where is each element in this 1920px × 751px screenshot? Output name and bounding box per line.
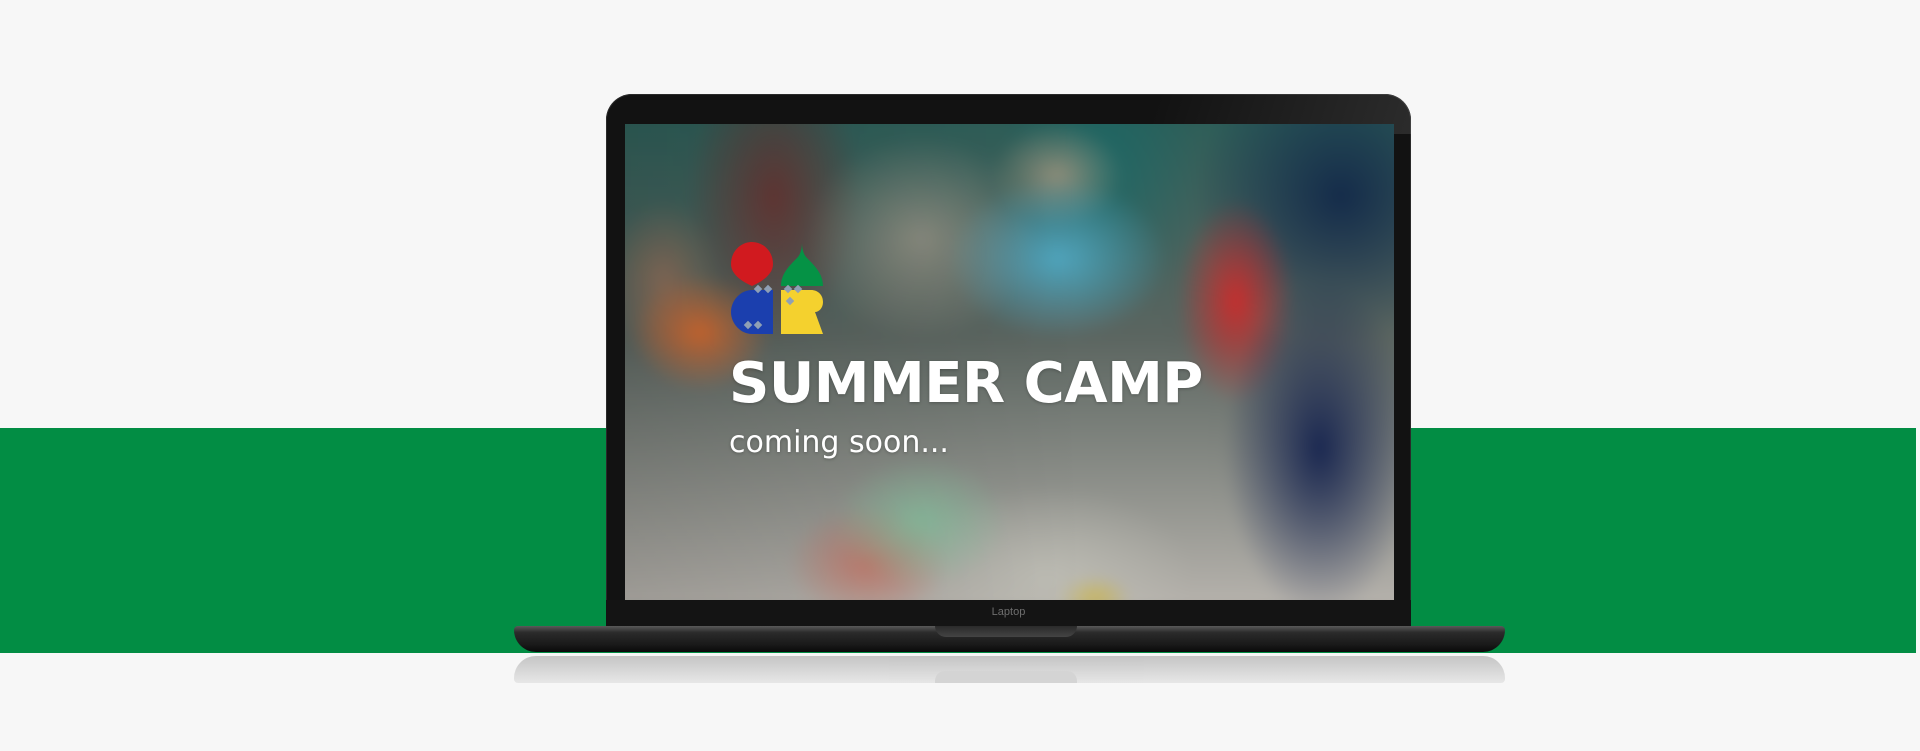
page-subtitle: coming soon... — [729, 425, 949, 460]
page-title: SUMMER CAMP — [729, 351, 1203, 416]
laptop-bezel-bottom: Laptop — [606, 600, 1411, 626]
camp-logo-icon — [731, 242, 823, 334]
laptop-brand-label: Laptop — [991, 606, 1026, 618]
laptop-lid: SUMMER CAMP coming soon... Laptop — [606, 94, 1411, 626]
laptop-hinge-notch — [935, 626, 1077, 637]
laptop-screen: SUMMER CAMP coming soon... — [625, 124, 1394, 600]
page: SUMMER CAMP coming soon... Laptop — [0, 0, 1920, 751]
reflection-notch — [935, 671, 1077, 683]
laptop-reflection — [514, 656, 1505, 683]
laptop-base — [514, 626, 1505, 652]
